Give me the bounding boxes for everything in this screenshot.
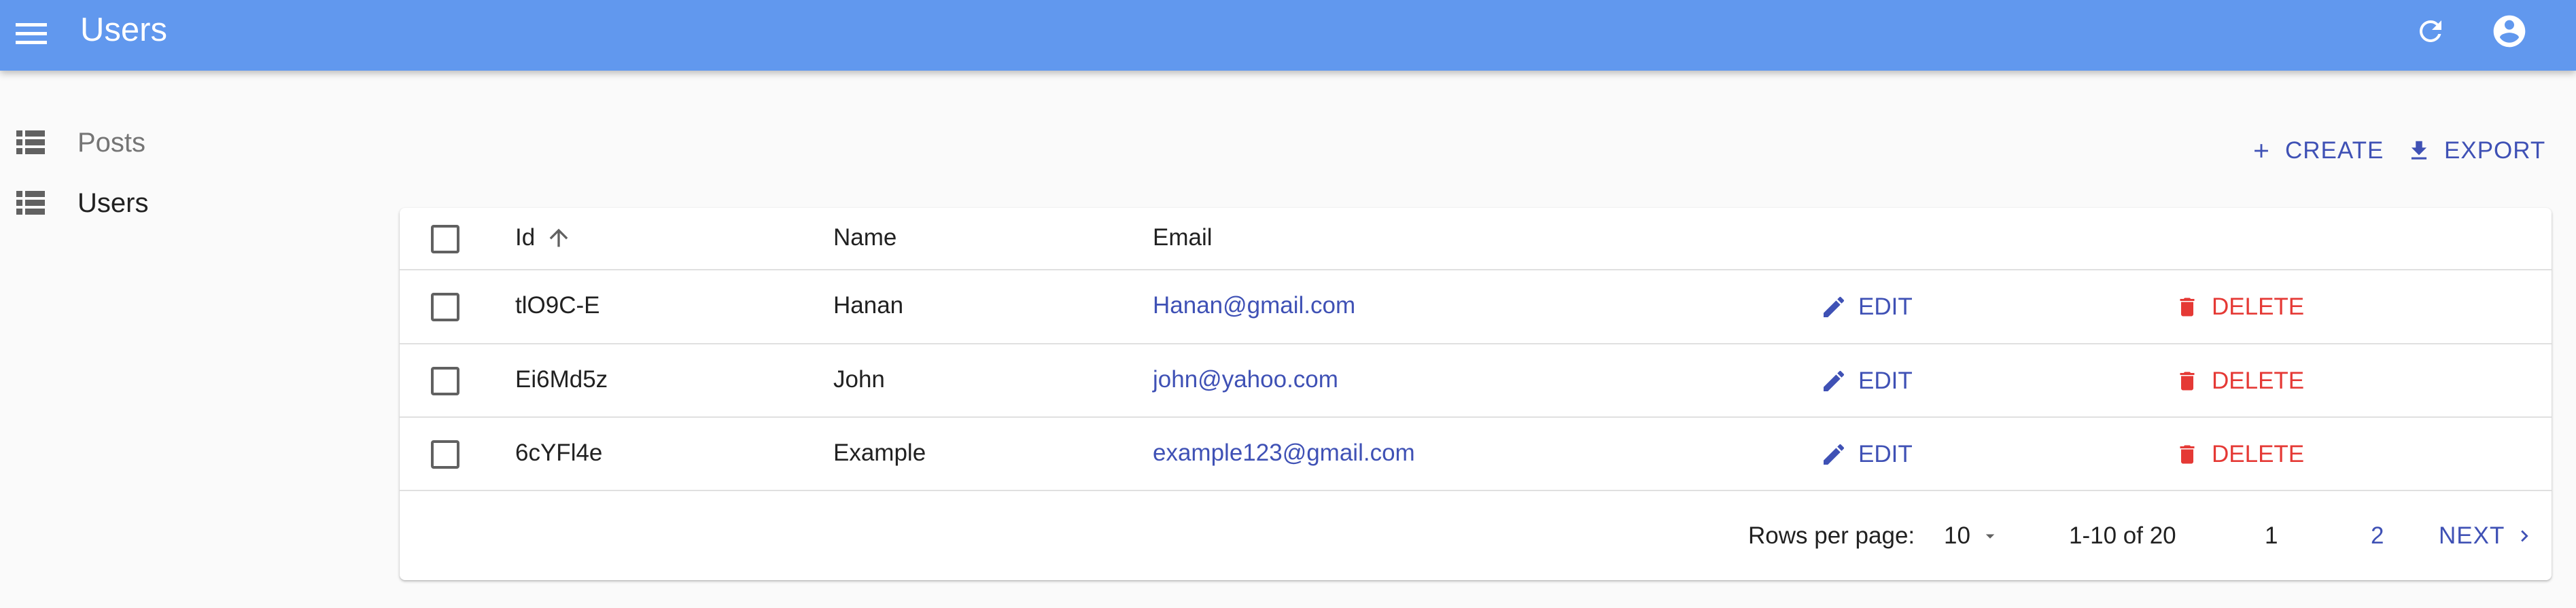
page-button-1[interactable]: 1	[2265, 522, 2278, 550]
menu-icon	[16, 23, 47, 44]
table-header-row: Id Name Email	[400, 208, 2552, 270]
pencil-icon	[1824, 370, 1845, 391]
cell-name: Example	[833, 440, 926, 466]
rows-per-page-value: 10	[1944, 522, 1970, 549]
create-button[interactable]: CREATE	[2250, 130, 2384, 171]
menu-button[interactable]	[12, 15, 50, 53]
account-circle-icon	[2493, 15, 2526, 48]
trash-icon	[2180, 445, 2195, 464]
edit-button[interactable]: EDIT	[1820, 288, 1913, 326]
column-header-name[interactable]: Name	[833, 224, 897, 251]
edit-button[interactable]: EDIT	[1820, 362, 1913, 400]
chevron-right-icon	[2521, 530, 2529, 542]
cell-id: 6cYFl4e	[515, 440, 603, 466]
table-row[interactable]: tlO9C-E Hanan Hanan@gmail.com EDIT DELET…	[400, 270, 2552, 344]
export-label: EXPORT	[2444, 137, 2546, 164]
cell-email-link[interactable]: Hanan@gmail.com	[1153, 292, 1355, 319]
edit-button[interactable]: EDIT	[1820, 435, 1913, 473]
page-range-text: 1-10 of 20	[2069, 522, 2176, 549]
next-page-button[interactable]: NEXT	[2439, 517, 2536, 555]
column-header-email[interactable]: Email	[1153, 224, 1213, 251]
plus-icon	[2255, 144, 2268, 158]
delete-button[interactable]: DELETE	[2175, 288, 2304, 326]
delete-label: DELETE	[2212, 293, 2305, 320]
cell-id: Ei6Md5z	[515, 366, 608, 393]
sidebar-item-label: Posts	[77, 127, 146, 158]
page-button-2[interactable]: 2	[2371, 522, 2384, 550]
list-icon	[16, 191, 45, 215]
row-checkbox[interactable]	[431, 293, 459, 321]
select-all-checkbox[interactable]	[431, 225, 459, 253]
cell-name: Hanan	[833, 292, 904, 319]
list-icon	[16, 130, 45, 154]
cell-email-link[interactable]: example123@gmail.com	[1153, 440, 1415, 467]
refresh-icon	[2419, 20, 2441, 42]
sidebar-item-label: Users	[77, 187, 149, 218]
refresh-button[interactable]	[2410, 11, 2451, 52]
table-row[interactable]: Ei6Md5z John john@yahoo.com EDIT DELETE	[400, 344, 2552, 418]
page-title: Users	[80, 12, 167, 48]
sidebar-item-posts[interactable]: Posts	[0, 115, 272, 170]
pencil-icon	[1824, 296, 1845, 317]
rows-per-page-select[interactable]: 10	[1944, 517, 2019, 555]
edit-label: EDIT	[1858, 441, 1913, 467]
delete-label: DELETE	[2212, 441, 2305, 467]
table-row[interactable]: 6cYFl4e Example example123@gmail.com EDI…	[400, 418, 2552, 491]
row-checkbox[interactable]	[431, 367, 459, 395]
trash-icon	[2180, 298, 2195, 317]
rows-per-page-label: Rows per page:	[1748, 522, 1915, 549]
download-icon	[2411, 141, 2427, 160]
edit-label: EDIT	[1858, 293, 1913, 320]
app-bar: Users	[0, 0, 2576, 71]
account-button[interactable]	[2488, 10, 2531, 53]
arrow-up-icon[interactable]	[545, 224, 572, 251]
delete-button[interactable]: DELETE	[2175, 362, 2304, 400]
caret-down-icon	[1985, 534, 1995, 539]
edit-label: EDIT	[1858, 368, 1913, 394]
export-button[interactable]: EXPORT	[2406, 130, 2545, 171]
next-label: NEXT	[2439, 522, 2505, 549]
sidebar-item-users[interactable]: Users	[0, 176, 272, 230]
cell-name: John	[833, 366, 885, 393]
create-label: CREATE	[2285, 137, 2384, 164]
delete-button[interactable]: DELETE	[2175, 435, 2304, 473]
pagination: Rows per page: 10 1-10 of 20 1 2 NEXT	[400, 491, 2552, 580]
cell-email-link[interactable]: john@yahoo.com	[1153, 366, 1338, 393]
trash-icon	[2180, 372, 2195, 391]
cell-id: tlO9C-E	[515, 292, 600, 319]
users-table-card: Id Name Email tlO9C-E Hanan Hanan@gmail.…	[400, 208, 2552, 580]
pencil-icon	[1824, 444, 1845, 465]
row-checkbox[interactable]	[431, 440, 459, 469]
column-header-id[interactable]: Id	[515, 224, 535, 251]
delete-label: DELETE	[2212, 368, 2305, 394]
